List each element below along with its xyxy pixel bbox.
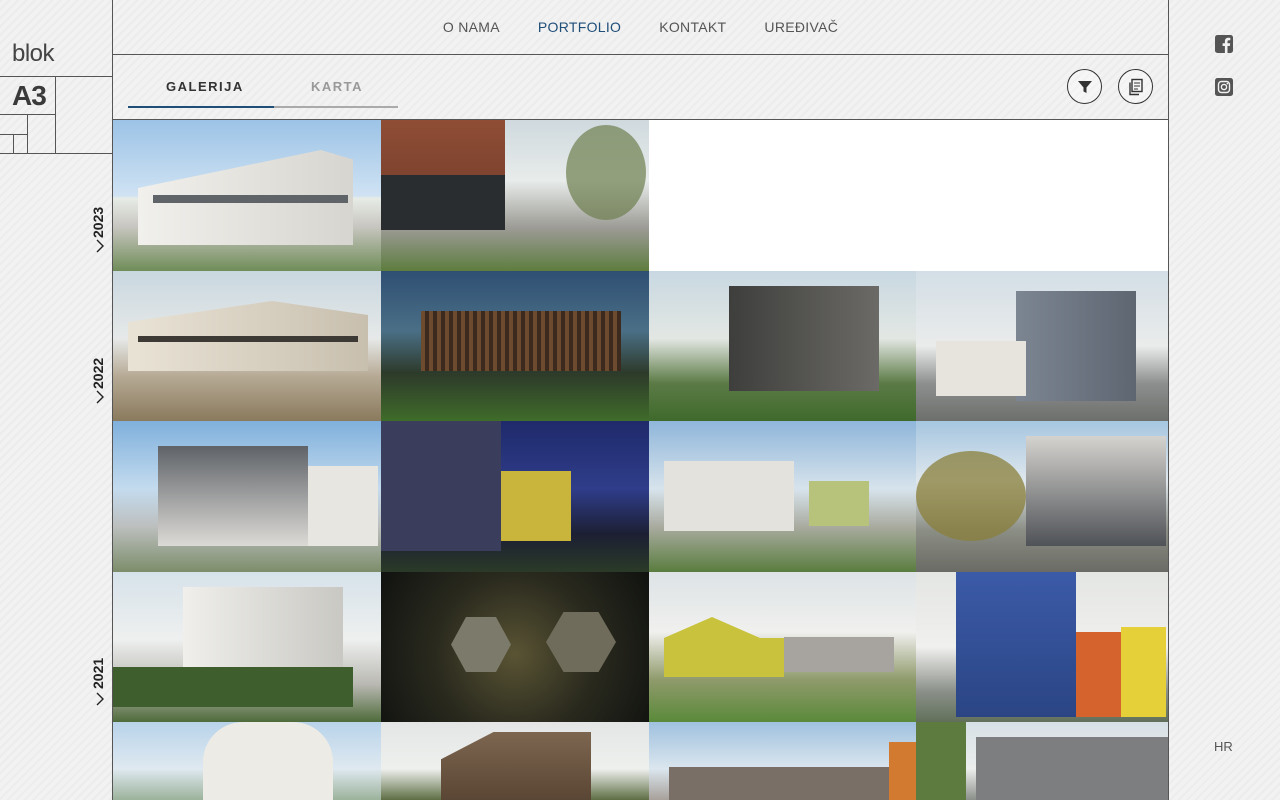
gallery-item[interactable]	[113, 271, 381, 421]
logo-divider	[55, 76, 56, 154]
year-marker-2022[interactable]: 2022	[90, 351, 110, 411]
language-switch[interactable]: HR	[1214, 739, 1233, 754]
gallery-item[interactable]	[381, 120, 649, 271]
gallery-item[interactable]	[916, 722, 1168, 800]
top-nav: O NAMA PORTFOLIO KONTAKT UREĐIVAČ	[113, 0, 1168, 55]
gallery-toolbar: GALERIJA KARTA	[113, 55, 1168, 120]
logo-mark[interactable]: A3	[12, 80, 47, 112]
gallery-item[interactable]	[916, 421, 1168, 572]
gallery-item[interactable]	[113, 421, 381, 572]
window-band	[138, 336, 358, 342]
chevron-right-icon	[96, 239, 104, 253]
nav-link-contact[interactable]: KONTAKT	[659, 19, 726, 35]
filter-icon	[1077, 80, 1092, 93]
accent-wall	[1121, 627, 1166, 717]
gallery-item[interactable]	[916, 572, 1168, 722]
gallery-item[interactable]	[649, 271, 916, 421]
logo-divider	[13, 134, 14, 154]
gallery-grid	[113, 120, 1168, 800]
chevron-right-icon	[96, 692, 104, 706]
tree-shape	[916, 451, 1026, 541]
building-shape	[669, 767, 914, 800]
year-marker-2021[interactable]: 2021	[90, 653, 110, 713]
building-shape	[784, 637, 894, 672]
gallery-item[interactable]	[649, 722, 916, 800]
gallery-item[interactable]	[381, 572, 649, 722]
window-band	[153, 195, 348, 203]
nav-link-portfolio[interactable]: PORTFOLIO	[538, 19, 621, 35]
tab-indicator-active	[128, 106, 274, 108]
gallery-item[interactable]	[649, 421, 916, 572]
accent-wall	[889, 742, 916, 800]
hedge-shape	[113, 667, 353, 707]
documents-button[interactable]	[1118, 69, 1153, 104]
accent-wall	[501, 471, 571, 541]
accent-wall	[1076, 632, 1121, 717]
building-shape	[809, 481, 869, 526]
gallery-item[interactable]	[113, 572, 381, 722]
chevron-right-icon	[96, 390, 104, 404]
facebook-icon[interactable]	[1215, 35, 1233, 53]
building-shape	[936, 341, 1026, 396]
building-shape	[664, 461, 794, 531]
year-label: 2023	[90, 206, 106, 238]
filter-button[interactable]	[1067, 69, 1102, 104]
year-label: 2022	[90, 357, 106, 389]
building-shape	[308, 466, 378, 546]
gallery-item[interactable]	[649, 572, 916, 722]
year-label: 2021	[90, 657, 106, 689]
pavilion-shape	[546, 612, 616, 672]
pavilion-shape	[451, 617, 511, 672]
gallery-item[interactable]	[113, 722, 381, 800]
tab-map[interactable]: KARTA	[311, 79, 363, 94]
tab-indicator	[274, 106, 398, 108]
building-shape	[203, 722, 333, 800]
tab-gallery[interactable]: GALERIJA	[166, 79, 244, 94]
building-shape	[421, 311, 621, 371]
building-shape	[441, 732, 591, 800]
gallery-item[interactable]	[381, 722, 649, 800]
gallery-item[interactable]	[113, 120, 381, 271]
tree-shape	[566, 125, 646, 220]
main-frame: O NAMA PORTFOLIO KONTAKT UREĐIVAČ GALERI…	[112, 0, 1169, 800]
building-shape	[976, 737, 1168, 800]
year-marker-2023[interactable]: 2023	[90, 200, 110, 260]
building-shape	[664, 617, 784, 677]
building-shape	[956, 572, 1076, 717]
gallery-item[interactable]	[916, 271, 1168, 421]
logo-divider	[0, 153, 112, 154]
logo-text[interactable]: blok	[12, 40, 55, 68]
logo-divider	[0, 76, 112, 77]
building-shape	[1016, 291, 1136, 401]
gallery-item[interactable]	[381, 271, 649, 421]
building-shape	[1026, 436, 1166, 546]
gallery-item[interactable]	[381, 421, 649, 572]
nav-link-about[interactable]: O NAMA	[443, 19, 500, 35]
window-band	[381, 175, 505, 230]
brand-column: blok A3 2023 2022 2021	[0, 0, 112, 800]
building-shape	[158, 446, 308, 546]
logo-divider	[27, 114, 28, 154]
tree-shape	[916, 722, 966, 800]
documents-icon	[1128, 78, 1143, 95]
nav-link-editor[interactable]: UREĐIVAČ	[764, 19, 838, 35]
instagram-icon[interactable]	[1215, 78, 1233, 96]
building-shape	[381, 421, 501, 551]
building-shape	[729, 286, 879, 391]
